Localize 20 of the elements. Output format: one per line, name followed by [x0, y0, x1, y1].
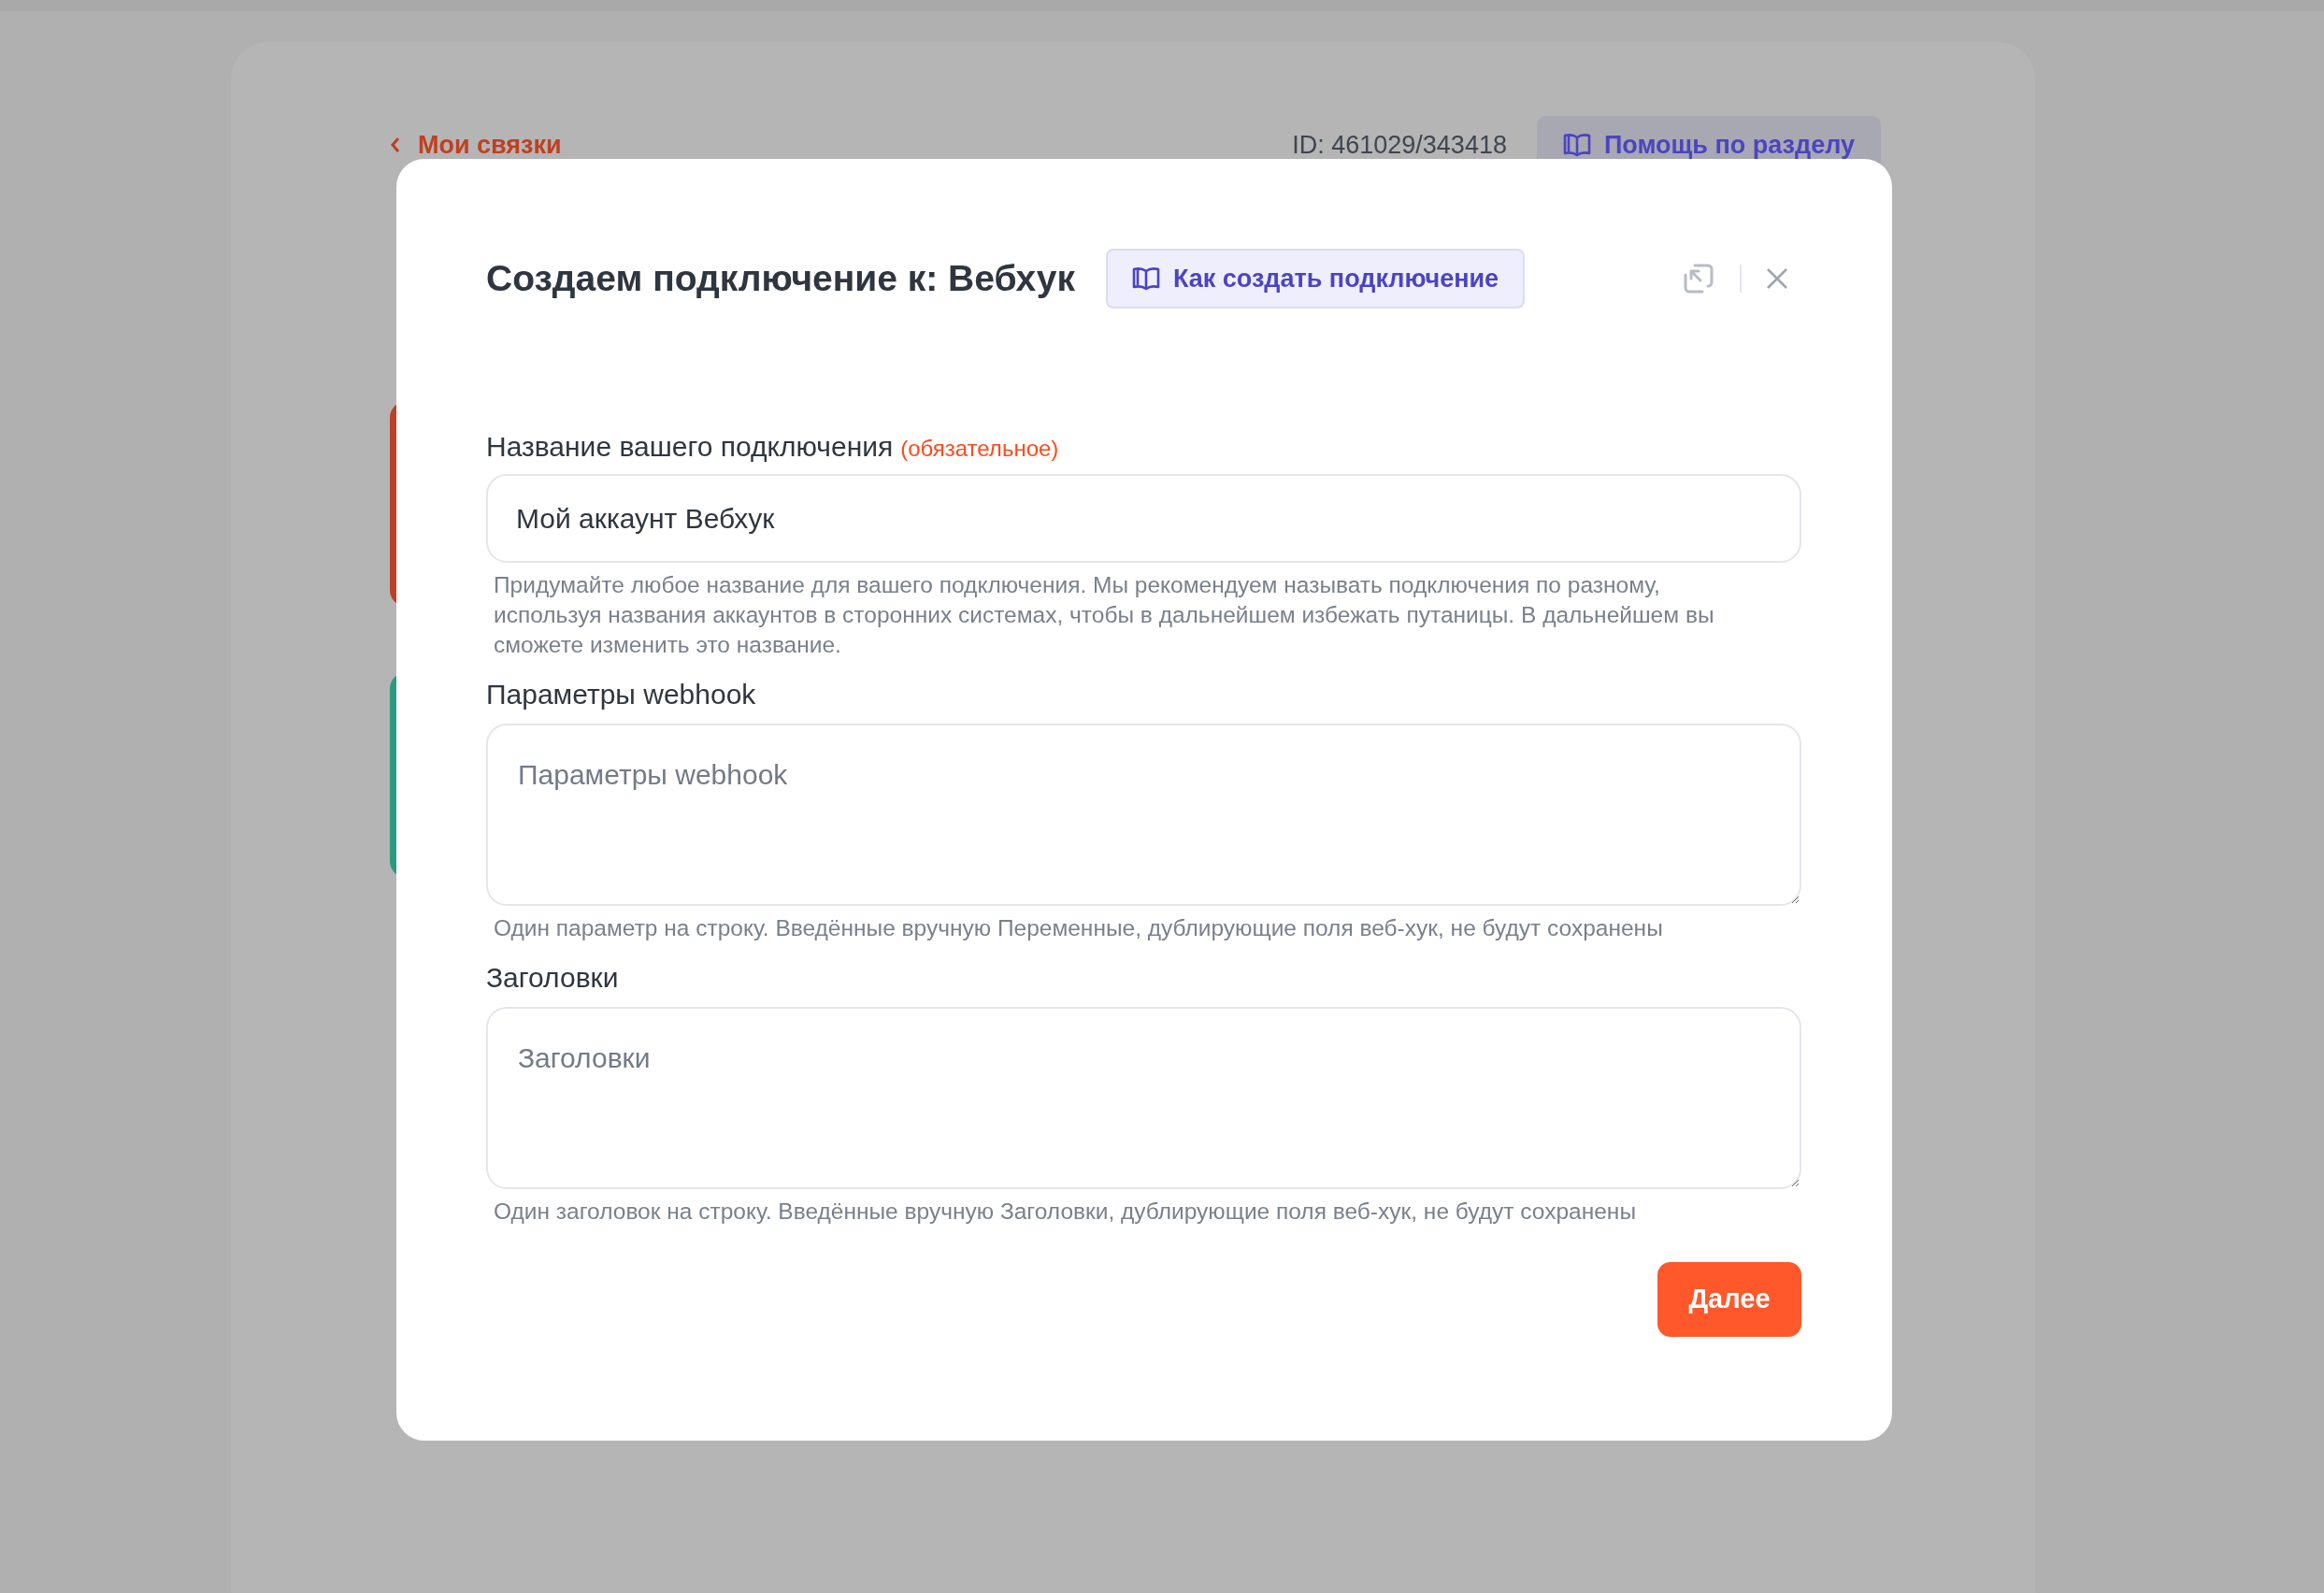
field-label: Параметры webhook	[486, 678, 756, 711]
field-hint: Один параметр на строку. Введённые вручную Переменные, дублирующие поля веб-хук, не будут сохранены	[493, 914, 1664, 942]
text-area[interactable]: Заголовки	[486, 1007, 1801, 1189]
field-hint: Один заголовок на строку. Введённые вручную Заголовки, дублирующие поля веб-хук, не будут сохранены	[493, 1198, 1637, 1226]
exit-box-icon[interactable]	[1682, 262, 1715, 295]
guide-button[interactable]: Как создать подключение	[1105, 249, 1526, 309]
next-button[interactable]: Далее	[1657, 1262, 1801, 1337]
field-hint: Придумайте любое название для вашего подключения. Мы рекомендуем называть подключения по разному, используя названия аккаунтов в сторонних системах, чтобы в дальнейшем избежать путаницы. В дальнейшем вы сможете изменить это название.	[493, 571, 1715, 659]
chevron-left-icon	[390, 136, 401, 153]
field-label: Название вашего подключения	[486, 430, 894, 464]
close-icon[interactable]	[1766, 267, 1788, 290]
book-icon	[1562, 133, 1591, 157]
book-icon	[1131, 266, 1160, 291]
dialog-title: Создаем подключение к: Вебхук	[486, 256, 1075, 300]
text-area[interactable]: Параметры webhook	[486, 724, 1801, 906]
required-note: (обязательное)	[900, 435, 1059, 463]
input-field[interactable]: Мой аккаунт Вебхук	[486, 474, 1801, 563]
id-label: ID: 461029/343418	[1292, 129, 1507, 161]
back-link[interactable]: Мои связки	[390, 125, 562, 165]
field-label: Заголовки	[486, 961, 619, 995]
